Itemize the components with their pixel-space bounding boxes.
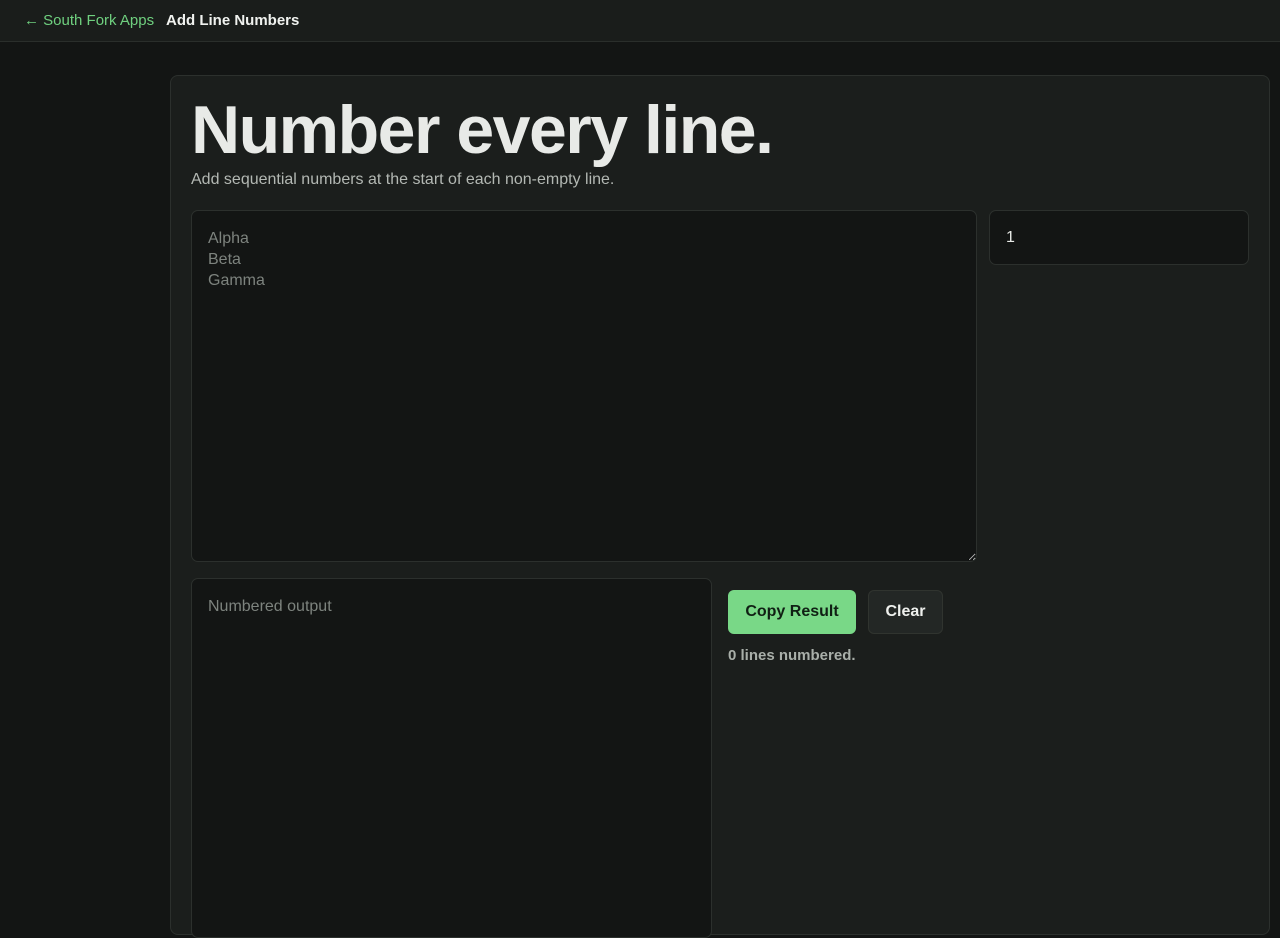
start-number-input[interactable] xyxy=(989,210,1249,265)
top-nav-bar: ← South Fork Apps Add Line Numbers xyxy=(0,0,1280,42)
clear-button[interactable]: Clear xyxy=(868,590,943,634)
copy-result-button[interactable]: Copy Result xyxy=(728,590,856,634)
lines-numbered-status: 0 lines numbered. xyxy=(728,647,856,664)
breadcrumb-current-page: Add Line Numbers xyxy=(166,12,300,29)
page-title: Number every line. xyxy=(191,92,774,168)
page-subtitle: Add sequential numbers at the start of e… xyxy=(191,171,615,188)
back-to-south-fork-apps-link[interactable]: ← South Fork Apps xyxy=(24,12,154,29)
numbered-output-area[interactable] xyxy=(191,578,712,938)
text-input-area[interactable] xyxy=(191,210,977,562)
